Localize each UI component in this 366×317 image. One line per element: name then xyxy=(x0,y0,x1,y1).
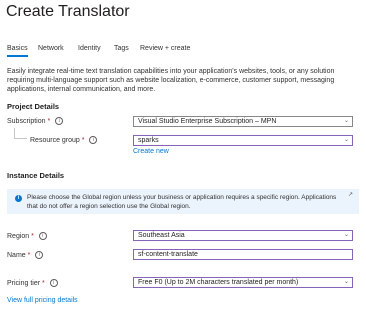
required-marker: * xyxy=(31,232,34,240)
resource-group-value: sparks xyxy=(138,137,159,144)
more-options-button[interactable]: ··· xyxy=(108,5,121,16)
project-details-heading: Project Details xyxy=(7,102,60,111)
name-label-text: Name xyxy=(7,251,26,259)
chevron-down-icon: ⌄ xyxy=(343,279,349,285)
chevron-down-icon: ⌄ xyxy=(343,232,349,238)
region-dropdown[interactable]: Southeast Asia ⌄ xyxy=(133,230,353,241)
view-pricing-link[interactable]: View full pricing details xyxy=(7,297,78,304)
instance-details-heading: Instance Details xyxy=(7,171,65,180)
resource-group-dropdown[interactable]: sparks ⌄ xyxy=(133,135,353,146)
required-marker: * xyxy=(42,279,45,287)
info-filled-icon: i xyxy=(15,195,22,202)
pricing-tier-label: Pricing tier * i xyxy=(7,279,58,287)
pricing-tier-label-text: Pricing tier xyxy=(7,279,41,287)
required-marker: * xyxy=(47,117,51,125)
info-icon[interactable]: i xyxy=(55,117,64,125)
resource-group-label: Resource group * i xyxy=(30,136,98,144)
subscription-dropdown[interactable]: Visual Studio Enterprise Subscription – … xyxy=(133,116,353,127)
subscription-value: Visual Studio Enterprise Subscription – … xyxy=(138,118,277,125)
required-marker: * xyxy=(27,251,31,259)
tab-identity[interactable]: Identity xyxy=(78,45,101,52)
pricing-tier-dropdown[interactable]: Free F0 (Up to 2M characters translated … xyxy=(133,277,353,288)
subscription-label: Subscription * i xyxy=(7,117,64,125)
description-text: Easily integrate real-time text translat… xyxy=(7,68,335,93)
tree-connector xyxy=(14,128,27,139)
region-label: Region * i xyxy=(7,232,47,240)
tab-basics[interactable]: Basics xyxy=(7,45,28,57)
tab-tags[interactable]: Tags xyxy=(114,45,129,52)
create-new-link[interactable]: Create new xyxy=(133,148,169,155)
name-value: sf-content-translate xyxy=(138,251,198,258)
region-value: Southeast Asia xyxy=(138,232,185,239)
banner-text: Please choose the Global region unless y… xyxy=(27,194,337,210)
resource-group-label-text: Resource group xyxy=(30,136,80,144)
name-label: Name * i xyxy=(7,251,44,259)
info-icon[interactable]: i xyxy=(49,279,58,287)
external-link-icon[interactable]: ↗ xyxy=(348,191,353,198)
region-label-text: Region xyxy=(7,232,30,240)
chevron-down-icon: ⌄ xyxy=(343,137,349,143)
required-marker: * xyxy=(81,136,85,144)
subscription-label-text: Subscription xyxy=(7,117,46,125)
info-icon[interactable]: i xyxy=(89,136,98,144)
info-icon[interactable]: i xyxy=(38,232,47,240)
chevron-down-icon: ⌄ xyxy=(343,118,349,124)
pricing-tier-value: Free F0 (Up to 2M characters translated … xyxy=(138,279,299,286)
info-icon[interactable]: i xyxy=(35,251,44,259)
name-input[interactable]: sf-content-translate xyxy=(133,249,353,260)
region-info-banner: i Please choose the Global region unless… xyxy=(7,189,359,214)
tab-review-create[interactable]: Review + create xyxy=(140,45,190,52)
tab-network[interactable]: Network xyxy=(38,45,64,52)
